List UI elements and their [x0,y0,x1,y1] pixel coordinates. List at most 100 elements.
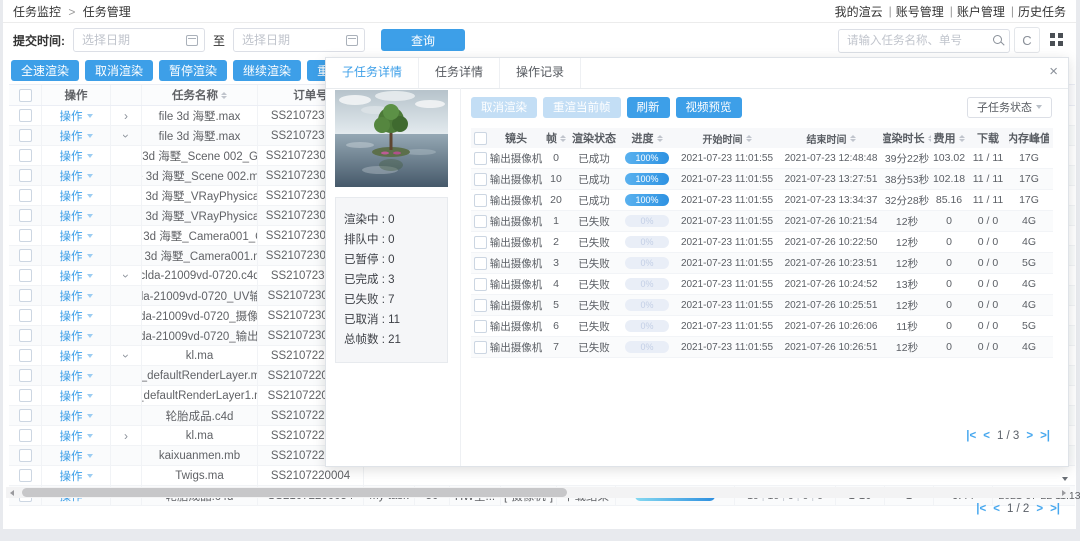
sort-icon[interactable] [746,135,752,142]
select-all-checkbox[interactable] [474,132,487,145]
operation-dropdown[interactable]: 操作 [60,208,93,224]
top-link-4[interactable]: 历史任务 [1018,3,1066,20]
first-page-icon[interactable]: |< [976,503,986,515]
operation-dropdown[interactable]: 操作 [60,268,93,284]
operation-dropdown[interactable]: 操作 [60,308,93,324]
action-button-2[interactable]: 取消渲染 [85,60,153,81]
operation-dropdown[interactable]: 操作 [60,328,93,344]
row-checkbox[interactable] [19,109,32,122]
calendar-icon[interactable] [186,35,198,46]
row-checkbox[interactable] [474,320,487,333]
expand-icon[interactable]: › [119,134,133,138]
action-button-1[interactable]: 全速渲染 [11,60,79,81]
row-checkbox[interactable] [19,249,32,262]
subtask-row[interactable]: 输出摄像机3已失败0%2021-07-23 11:01:552021-07-26… [471,253,1053,274]
operation-dropdown[interactable]: 操作 [60,128,93,144]
top-link-2[interactable]: 账号管理 [896,3,944,20]
tab-2[interactable]: 任务详情 [419,58,500,88]
row-checkbox[interactable] [19,189,32,202]
row-checkbox[interactable] [19,209,32,222]
top-link-1[interactable]: 我的渲云 [835,3,883,20]
operation-dropdown[interactable]: 操作 [60,288,93,304]
search-icon[interactable] [993,35,1002,44]
expand-icon[interactable]: › [119,354,133,358]
operation-dropdown[interactable]: 操作 [60,348,93,364]
scrollbar-thumb[interactable] [22,488,567,497]
prev-page-icon[interactable]: < [983,430,990,442]
scroll-left-icon[interactable] [10,490,14,496]
row-checkbox[interactable] [19,329,32,342]
sort-icon[interactable] [657,135,663,142]
select-all-checkbox[interactable] [19,89,32,102]
grid-view-icon[interactable] [1044,27,1068,51]
operation-dropdown[interactable]: 操作 [60,168,93,184]
row-checkbox[interactable] [474,341,487,354]
subtask-row[interactable]: 输出摄像机0已成功100%2021-07-23 11:01:552021-07-… [471,148,1053,169]
video-preview-button[interactable]: 视频预览 [676,97,742,118]
row-checkbox[interactable] [19,269,32,282]
row-checkbox[interactable] [19,389,32,402]
row-checkbox[interactable] [474,236,487,249]
subtask-row[interactable]: 输出摄像机10已成功100%2021-07-23 11:01:552021-07… [471,169,1053,190]
row-checkbox[interactable] [19,369,32,382]
scroll-down-icon[interactable] [1062,477,1068,481]
next-page-icon[interactable]: > [1036,503,1043,515]
sort-icon[interactable] [959,135,965,142]
sort-icon[interactable] [221,92,227,99]
last-page-icon[interactable]: >| [1040,430,1050,442]
expand-icon[interactable]: › [124,109,128,123]
subtask-row[interactable]: 输出摄像机5已失败0%2021-07-23 11:01:552021-07-26… [471,295,1053,316]
operation-dropdown[interactable]: 操作 [60,188,93,204]
subtask-row[interactable]: 输出摄像机4已失败0%2021-07-23 11:01:552021-07-26… [471,274,1053,295]
operation-dropdown[interactable]: 操作 [60,248,93,264]
top-link-3[interactable]: 账户管理 [957,3,1005,20]
operation-dropdown[interactable]: 操作 [60,468,93,484]
row-checkbox[interactable] [474,278,487,291]
row-checkbox[interactable] [19,469,32,482]
sort-icon[interactable] [850,135,856,142]
refresh-subtasks-button[interactable]: 刷新 [627,97,670,118]
subtask-row[interactable]: 输出摄像机2已失败0%2021-07-23 11:01:552021-07-26… [471,232,1053,253]
row-checkbox[interactable] [19,409,32,422]
subtask-row[interactable]: 输出摄像机1已失败0%2021-07-23 11:01:552021-07-26… [471,211,1053,232]
refresh-button[interactable]: C [1014,27,1040,53]
subtask-state-filter-button[interactable]: 子任务状态 [967,97,1052,118]
tab-1[interactable]: 子任务详情 [326,58,419,88]
row-checkbox[interactable] [19,129,32,142]
operation-dropdown[interactable]: 操作 [60,148,93,164]
operation-dropdown[interactable]: 操作 [60,448,93,464]
row-checkbox[interactable] [474,173,487,186]
operation-dropdown[interactable]: 操作 [60,388,93,404]
row-checkbox[interactable] [474,257,487,270]
first-page-icon[interactable]: |< [966,430,976,442]
row-checkbox[interactable] [19,449,32,462]
subtask-row[interactable]: 输出摄像机6已失败0%2021-07-23 11:01:552021-07-26… [471,316,1053,337]
operation-dropdown[interactable]: 操作 [60,228,93,244]
row-checkbox[interactable] [19,349,32,362]
calendar-icon[interactable] [346,35,358,46]
subtask-row[interactable]: 输出摄像机7已失败0%2021-07-23 11:01:552021-07-26… [471,337,1053,358]
row-checkbox[interactable] [19,289,32,302]
row-checkbox[interactable] [19,169,32,182]
scroll-right-icon[interactable] [1062,490,1066,496]
prev-page-icon[interactable]: < [993,503,1000,515]
search-input[interactable] [838,29,1010,53]
action-button-3[interactable]: 暂停渲染 [159,60,227,81]
horizontal-scrollbar[interactable] [6,487,1070,498]
row-checkbox[interactable] [19,429,32,442]
row-checkbox[interactable] [19,149,32,162]
action-button-4[interactable]: 继续渲染 [233,60,301,81]
row-checkbox[interactable] [474,299,487,312]
row-checkbox[interactable] [19,309,32,322]
last-page-icon[interactable]: >| [1050,503,1060,515]
subtask-row[interactable]: 输出摄像机20已成功100%2021-07-23 11:01:552021-07… [471,190,1053,211]
close-icon[interactable]: × [1049,63,1058,81]
sort-icon[interactable] [560,135,566,142]
row-checkbox[interactable] [474,215,487,228]
expand-icon[interactable]: › [119,274,133,278]
tab-3[interactable]: 操作记录 [500,58,581,88]
next-page-icon[interactable]: > [1026,430,1033,442]
render-preview-thumbnail[interactable] [335,90,448,187]
row-checkbox[interactable] [474,194,487,207]
row-checkbox[interactable] [474,152,487,165]
